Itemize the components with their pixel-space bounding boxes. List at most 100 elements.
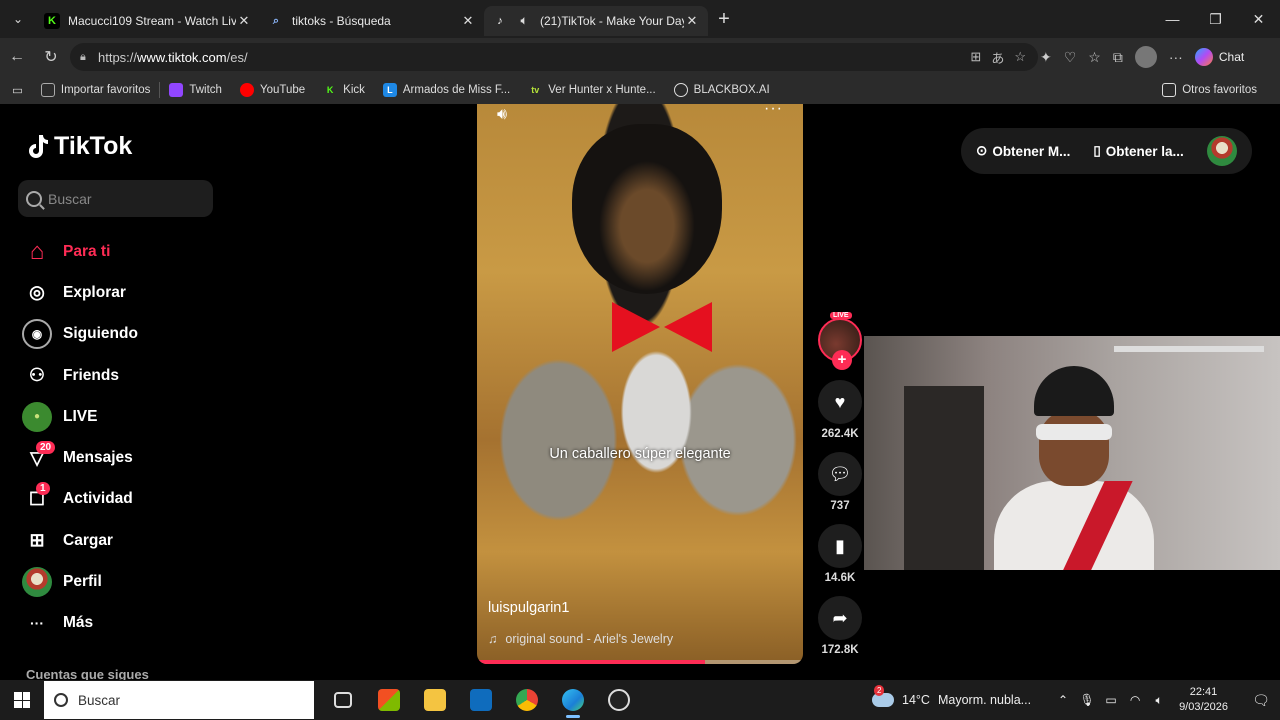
- chevron-up-icon[interactable]: ⌃: [1051, 693, 1075, 707]
- browser-tab-kick[interactable]: K Macucci109 Stream - Watch Live o ✕: [36, 6, 260, 36]
- clock-date: 9/03/2026: [1179, 701, 1228, 713]
- extensions-icon[interactable]: ✦: [1040, 49, 1052, 66]
- bookmark-armados[interactable]: L Armados de Miss F...: [374, 78, 519, 102]
- live-icon: ●: [22, 401, 52, 432]
- nav-item-friends[interactable]: ⚇ Friends: [22, 355, 232, 396]
- collections-icon[interactable]: ⧉: [1113, 49, 1123, 66]
- close-tab-icon[interactable]: ✕: [684, 13, 700, 29]
- nav-item-live[interactable]: ● LIVE: [22, 396, 232, 437]
- restore-icon[interactable]: ❐: [1194, 0, 1237, 38]
- bookmark-kick[interactable]: K Kick: [314, 78, 374, 102]
- nav-item-perfil[interactable]: ● Perfil: [22, 561, 232, 602]
- copilot-chat-button[interactable]: Chat: [1194, 48, 1244, 66]
- favorite-star-icon[interactable]: ☆: [1014, 49, 1026, 65]
- close-window-icon[interactable]: ✕: [1237, 0, 1280, 38]
- taskbar-search-placeholder: Buscar: [78, 692, 121, 708]
- back-arrow-icon[interactable]: ←: [0, 38, 34, 76]
- chrome-icon[interactable]: [504, 680, 550, 720]
- sound-label: original sound - Ariel's Jewelry: [505, 632, 674, 646]
- upload-icon: ⊞: [29, 530, 45, 551]
- bookmark-label: Armados de Miss F...: [402, 84, 511, 96]
- messages-icon: ▽ 20: [22, 441, 56, 473]
- user-avatar[interactable]: [1207, 136, 1237, 166]
- share-count: 172.8K: [821, 644, 859, 656]
- task-view-shape: [334, 692, 352, 708]
- nav-item-explorar[interactable]: ◎ Explorar: [22, 272, 232, 313]
- close-tab-icon[interactable]: ✕: [236, 13, 252, 29]
- tiktok-search-input[interactable]: Buscar: [18, 180, 213, 217]
- volume-icon[interactable]: 🔊︎: [497, 106, 507, 124]
- taskbar-search-input[interactable]: Buscar: [44, 681, 314, 719]
- video-caption: Un caballero súper elegante: [549, 446, 731, 462]
- tv-icon: tv: [531, 85, 540, 95]
- creator-avatar[interactable]: LIVE +: [818, 312, 862, 370]
- browser-essentials-icon[interactable]: ♡: [1064, 49, 1077, 66]
- get-coins-button[interactable]: ⊙ Obtener M...: [976, 143, 1070, 159]
- weather-widget[interactable]: 2 14°C Mayorm. nubla...: [872, 685, 1031, 707]
- nav-item-mensajes[interactable]: ▽ 20 Mensajes: [22, 437, 232, 478]
- nav-item-siguiendo[interactable]: ◉ Siguiendo: [22, 314, 232, 355]
- bookmark-blackbox[interactable]: BLACKBOX.AI: [665, 78, 779, 102]
- other-favorites-label: Otros favoritos: [1182, 84, 1257, 96]
- bookmark-label: Ver Hunter x Hunte...: [548, 84, 656, 96]
- bookmark-import[interactable]: Importar favoritos: [32, 78, 159, 102]
- chrome-shape: [516, 689, 538, 711]
- video-progress-bar[interactable]: [477, 660, 803, 664]
- video-author[interactable]: luispulgarin1: [488, 600, 569, 616]
- tab-title: Macucci109 Stream - Watch Live o: [68, 14, 236, 28]
- microphone-icon[interactable]: 🎙︎: [1075, 693, 1099, 707]
- minimize-icon[interactable]: —: [1151, 0, 1194, 38]
- save-button[interactable]: ▮: [818, 524, 862, 568]
- wifi-icon[interactable]: ◠: [1123, 693, 1147, 707]
- notifications-icon[interactable]: 🗨︎: [1242, 692, 1280, 709]
- comment-button[interactable]: 💬︎: [818, 452, 862, 496]
- store-icon[interactable]: [366, 680, 412, 720]
- app-available-icon[interactable]: ⊞: [970, 49, 981, 65]
- favorites-icon[interactable]: ☆: [1088, 49, 1101, 66]
- outlook-shape: [470, 689, 492, 711]
- bookmark-hunter[interactable]: tv Ver Hunter x Hunte...: [519, 78, 664, 102]
- tiktok-logo[interactable]: TikTok: [26, 132, 132, 161]
- tab-actions-chevron-icon[interactable]: ⌄: [0, 0, 36, 38]
- edge-icon[interactable]: [550, 680, 596, 720]
- like-button[interactable]: ♥: [818, 380, 862, 424]
- kick-icon: K: [326, 85, 334, 95]
- site-info-icon[interactable]: 🔒︎: [80, 51, 98, 64]
- share-button[interactable]: ➦: [818, 596, 862, 640]
- other-favorites[interactable]: Otros favoritos: [1153, 78, 1266, 102]
- task-view-icon[interactable]: [320, 680, 366, 720]
- file-explorer-icon[interactable]: [412, 680, 458, 720]
- bookmark-twitch[interactable]: Twitch: [160, 78, 231, 102]
- outlook-icon[interactable]: [458, 680, 504, 720]
- browser-tab-search[interactable]: ⌕ tiktoks - Búsqueda ✕: [260, 6, 484, 36]
- video-sound[interactable]: ♫ original sound - Ariel's Jewelry: [488, 632, 673, 646]
- browser-tab-tiktok[interactable]: ♪ 🔈︎ (21)TikTok - Make Your Day ✕: [484, 6, 708, 36]
- speaker-icon[interactable]: 🔈︎: [516, 13, 532, 29]
- address-bar[interactable]: 🔒︎ https://www.tiktok.com/es/ ⊞ あ ☆: [70, 43, 1038, 71]
- new-tab-plus-icon[interactable]: +: [708, 8, 740, 31]
- obs-icon[interactable]: [596, 680, 642, 720]
- folder-shape: [424, 689, 446, 711]
- bookmark-youtube[interactable]: YouTube: [231, 78, 314, 102]
- close-tab-icon[interactable]: ✕: [460, 13, 476, 29]
- reload-icon[interactable]: ↻: [34, 38, 68, 76]
- nav-item-actividad[interactable]: ☐ 1 Actividad: [22, 479, 232, 520]
- nav-item-para-ti[interactable]: ⌂ Para ti: [22, 231, 232, 272]
- comment-count: 737: [830, 500, 850, 512]
- volume-icon[interactable]: 🔈︎: [1147, 693, 1171, 708]
- taskbar-apps: [320, 680, 642, 720]
- start-button[interactable]: [0, 680, 44, 720]
- follow-plus-icon[interactable]: +: [832, 350, 852, 370]
- get-app-button[interactable]: ▯ Obtener la...: [1093, 143, 1183, 159]
- nav-item-cargar[interactable]: ⊞ Cargar: [22, 520, 232, 561]
- translate-icon[interactable]: あ: [991, 48, 1004, 67]
- nav-item-mas[interactable]: ··· Más: [22, 603, 232, 644]
- battery-icon[interactable]: ▭: [1099, 693, 1123, 707]
- video-player[interactable]: 🔊︎ ··· Un caballero súper elegante luisp…: [477, 104, 803, 664]
- top-right-actions: ⊙ Obtener M... ▯ Obtener la...: [961, 128, 1252, 174]
- bookmarks-menu-icon[interactable]: ▭: [0, 78, 32, 102]
- system-clock[interactable]: 22:41 9/03/2026: [1179, 685, 1228, 715]
- profile-avatar[interactable]: [1134, 46, 1157, 68]
- settings-more-icon[interactable]: ···: [1169, 49, 1183, 65]
- more-options-icon[interactable]: ···: [764, 104, 783, 118]
